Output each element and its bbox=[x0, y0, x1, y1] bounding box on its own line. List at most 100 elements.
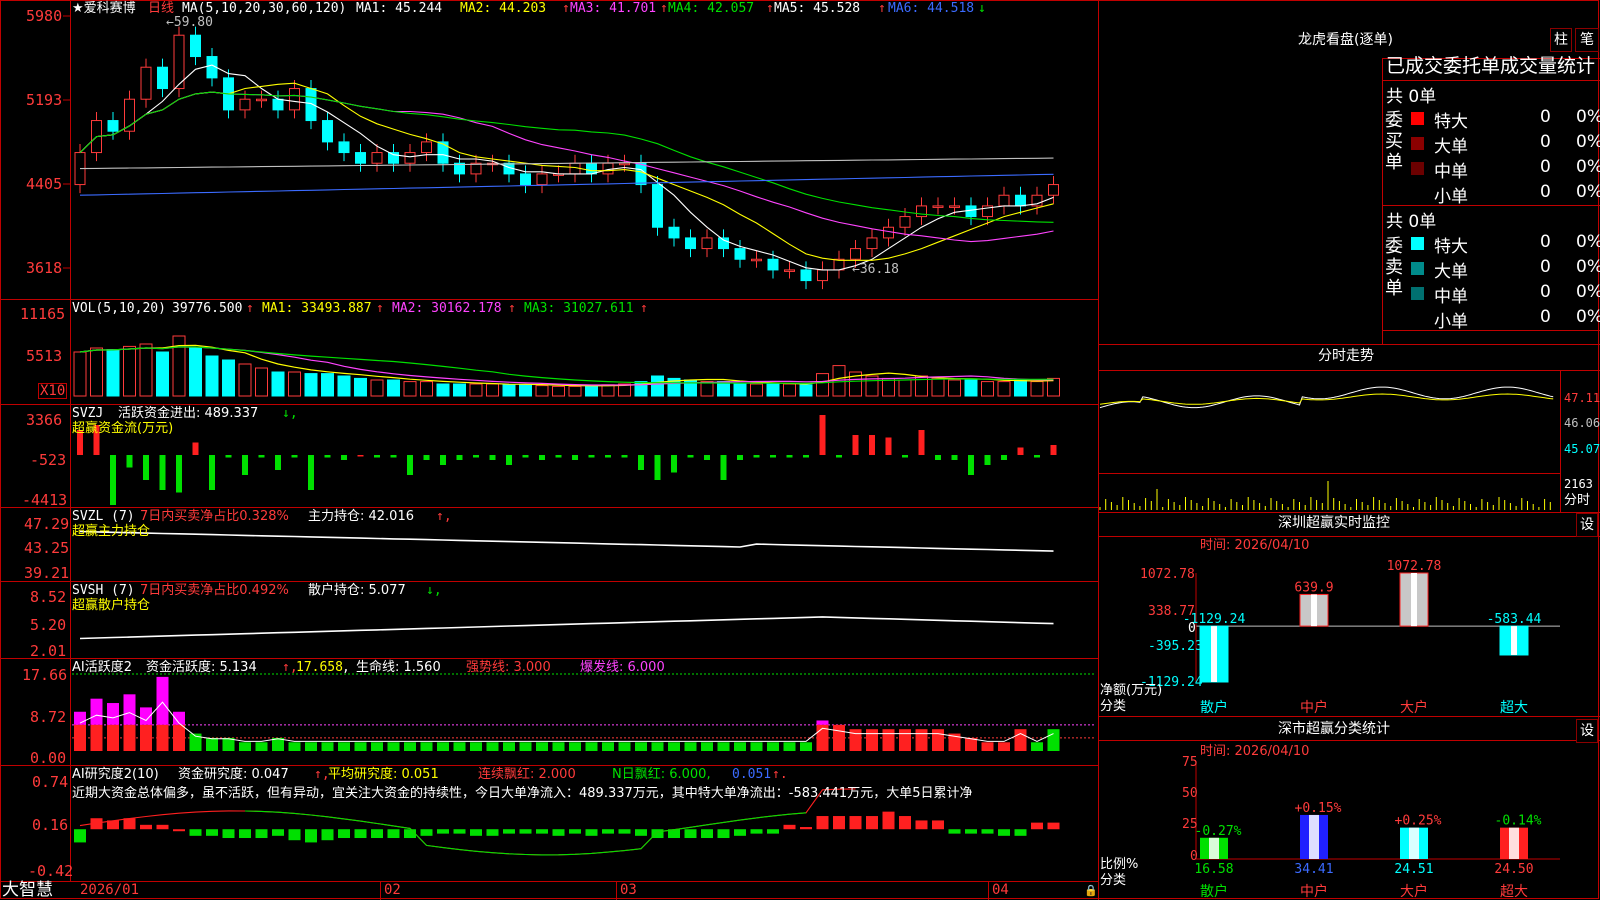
candle-body bbox=[668, 226, 680, 239]
monitor-axis-3: 0 bbox=[1188, 621, 1196, 636]
vol-ma1: MA1: 33493.887 bbox=[262, 301, 372, 316]
flow-bar bbox=[192, 442, 199, 455]
svsh-title: 超赢散户持仓 bbox=[72, 598, 151, 613]
sell-row-count: 0 bbox=[1540, 232, 1551, 252]
volume-bar bbox=[519, 384, 532, 397]
svsh-retail: 散户持仓: 5.077 bbox=[308, 583, 406, 598]
vol-value: 39776.500 bbox=[172, 301, 243, 316]
candle-body bbox=[817, 269, 828, 282]
vol-axis-2: 5513 bbox=[26, 347, 63, 365]
flow-bar bbox=[687, 455, 694, 458]
volume-bar bbox=[403, 381, 417, 397]
research-bar bbox=[1014, 829, 1027, 836]
volume-bar bbox=[90, 347, 103, 397]
candle-body bbox=[355, 152, 366, 164]
tab-zhu[interactable]: 柱 bbox=[1550, 28, 1572, 52]
monitor-settings-button[interactable]: 设 bbox=[1576, 513, 1598, 537]
flow-bar bbox=[852, 435, 859, 455]
research-bar bbox=[767, 829, 779, 834]
ma5-arrow: ↑ bbox=[878, 1, 886, 16]
research-bar bbox=[717, 829, 730, 839]
volume-bar bbox=[255, 367, 268, 397]
volume-bar bbox=[585, 385, 598, 397]
candle-body bbox=[784, 269, 795, 272]
ma120-line bbox=[79, 173, 1054, 196]
fenshi-axis-3: 45.07 bbox=[1564, 442, 1600, 456]
research-bar bbox=[635, 829, 647, 836]
active-bar bbox=[734, 742, 746, 751]
svsh-ratio: 7日内买卖净占比0.492% bbox=[140, 583, 289, 598]
class-settings-button[interactable]: 设 bbox=[1576, 719, 1598, 743]
volume-bar bbox=[733, 382, 747, 397]
flow-bar bbox=[704, 455, 710, 460]
candle-body bbox=[1015, 194, 1026, 207]
sell-row-pct: 0% bbox=[1576, 257, 1600, 277]
active-bar bbox=[783, 742, 796, 751]
price-axis-4: 3618 bbox=[26, 259, 63, 277]
candle-body bbox=[899, 216, 911, 228]
candle-body bbox=[866, 237, 878, 250]
active-bar bbox=[552, 742, 565, 751]
ai-research-note: 近期大资金总体偏多，虽不活跃，但有异动，宜关注大资金的持续性，今日大单净流入：4… bbox=[72, 786, 973, 801]
volume-bar bbox=[486, 383, 499, 397]
buy-row-count: 0 bbox=[1540, 182, 1551, 202]
svzl-axis-3: 39.21 bbox=[24, 564, 70, 582]
active-bar bbox=[882, 729, 895, 751]
svzl-axis-1: 47.29 bbox=[24, 515, 70, 533]
class-axis-1: 75 bbox=[1182, 755, 1198, 770]
main-chart-canvas[interactable]: -1129.24散户639.9中户1072.78大户-583.44超大-0.27… bbox=[0, 0, 1600, 900]
candle-body bbox=[734, 248, 746, 260]
candle-body bbox=[619, 162, 630, 166]
sell-row-label: 中单 bbox=[1434, 287, 1468, 307]
research-bar bbox=[519, 829, 532, 834]
svzl-label: SVZL (7) bbox=[72, 509, 135, 524]
flow-bar bbox=[1017, 447, 1024, 455]
monitor-bar-highlight bbox=[1211, 626, 1217, 682]
active-bar bbox=[239, 742, 251, 751]
ma2-arrow: ↑ bbox=[562, 1, 570, 16]
flow-bar bbox=[803, 455, 809, 458]
research-bar bbox=[734, 829, 746, 836]
price-axis-2: 5193 bbox=[26, 91, 63, 109]
flow-bar bbox=[324, 455, 331, 458]
research-bar bbox=[371, 829, 383, 839]
volume-bar bbox=[997, 381, 1011, 397]
research-bar bbox=[420, 829, 433, 836]
class-bar-change: -0.27% bbox=[1195, 824, 1242, 839]
price-axis-3: 4405 bbox=[26, 175, 63, 193]
active-bar bbox=[404, 742, 416, 751]
monitor-title: 深圳超赢实时监控 bbox=[1278, 515, 1390, 531]
ai-research-axis-2: 0.16 bbox=[32, 816, 69, 834]
volume-bar bbox=[799, 384, 813, 397]
candle-body bbox=[652, 184, 663, 228]
active-bar bbox=[255, 742, 268, 751]
period-label[interactable]: 日线 bbox=[148, 1, 174, 16]
candle-body bbox=[932, 205, 944, 208]
active-bar bbox=[866, 729, 878, 751]
buy-row-count: 0 bbox=[1540, 107, 1551, 127]
research-bar bbox=[321, 829, 334, 841]
research-bar bbox=[552, 829, 565, 836]
class-bar-value: 34.41 bbox=[1294, 862, 1333, 877]
active-bar bbox=[486, 742, 499, 751]
flow-bar bbox=[935, 455, 941, 460]
volume-bar bbox=[453, 383, 466, 397]
volume-bar bbox=[1030, 381, 1044, 397]
candle-body bbox=[586, 162, 597, 175]
class-bar-highlight bbox=[1509, 827, 1519, 859]
lock-icon[interactable]: 🔒 bbox=[1084, 883, 1098, 898]
volume-bar bbox=[898, 379, 912, 397]
flow-bar bbox=[621, 455, 628, 458]
fenshi-avg-line bbox=[1099, 393, 1554, 405]
volume-bar bbox=[568, 385, 582, 397]
tab-bi[interactable]: 笔 bbox=[1575, 28, 1599, 52]
ai-research-nday2: 0.051 bbox=[732, 767, 772, 782]
research-bar bbox=[915, 820, 928, 830]
active-bar bbox=[321, 742, 334, 751]
volume-bar bbox=[981, 381, 994, 397]
sell-row-label: 大单 bbox=[1434, 262, 1468, 282]
active-bar bbox=[932, 729, 944, 751]
volume-bar bbox=[420, 381, 433, 397]
vol-unit: X10 bbox=[38, 383, 68, 399]
research-bar bbox=[948, 829, 961, 834]
